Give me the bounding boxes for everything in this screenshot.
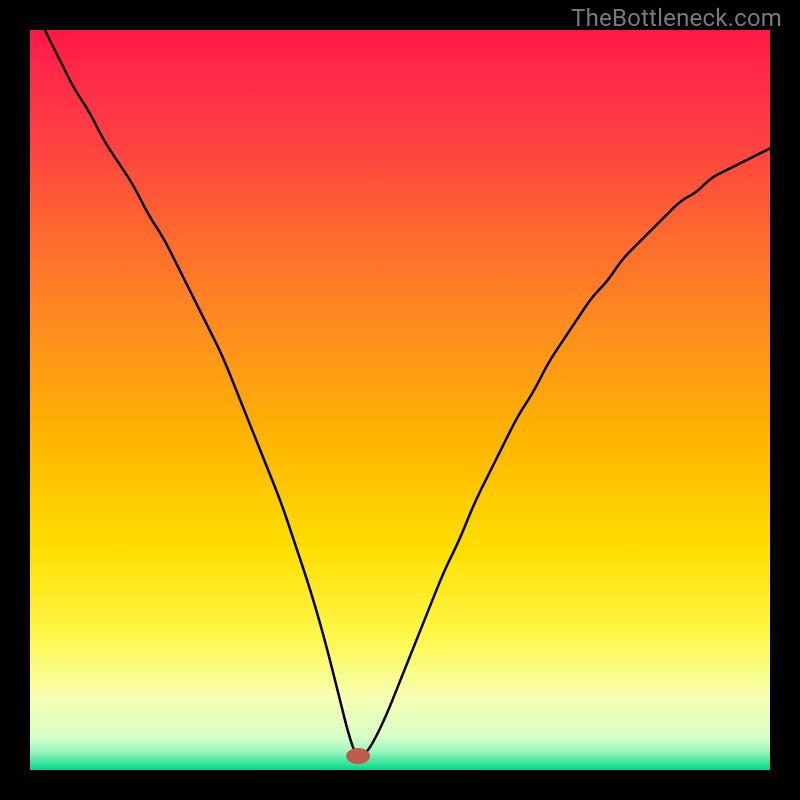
minimum-marker-icon xyxy=(346,748,370,764)
bottleneck-chart xyxy=(30,30,770,770)
chart-frame: TheBottleneck.com xyxy=(0,0,800,800)
gradient-background xyxy=(30,30,770,770)
watermark-text: TheBottleneck.com xyxy=(571,4,782,32)
plot-area xyxy=(30,30,770,770)
